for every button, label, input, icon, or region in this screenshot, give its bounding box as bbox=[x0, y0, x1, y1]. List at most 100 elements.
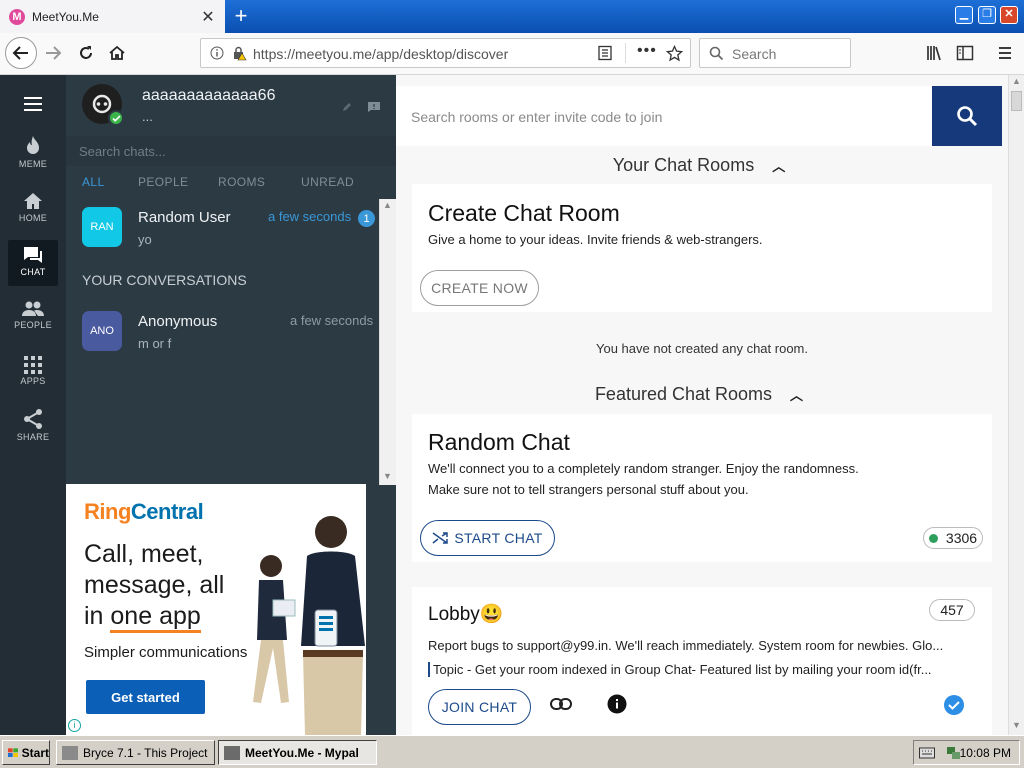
room-search-placeholder: Search rooms or enter invite code to joi… bbox=[411, 109, 663, 125]
rail-menu-icon[interactable] bbox=[23, 96, 43, 112]
home-button[interactable] bbox=[102, 38, 132, 68]
window-close-button[interactable]: ✕ bbox=[1000, 6, 1018, 24]
filter-tab-unread[interactable]: UNREAD bbox=[301, 175, 354, 189]
chat-search-input[interactable]: Search chats... bbox=[66, 136, 396, 166]
user-name: aaaaaaaaaaaaa66 bbox=[142, 87, 276, 104]
no-rooms-message: You have not created any chat room. bbox=[596, 341, 808, 356]
conversation-item-anonymous[interactable]: ANO Anonymous m or f a few seconds bbox=[66, 302, 380, 362]
lobby-title: Lobby😃 bbox=[428, 604, 504, 625]
page-actions-icon[interactable]: ••• bbox=[637, 42, 657, 60]
rail-label: APPS bbox=[20, 376, 46, 386]
chevron-up-icon[interactable]: ︿ bbox=[772, 156, 785, 175]
share-icon bbox=[24, 409, 42, 429]
create-room-title: Create Chat Room bbox=[428, 200, 620, 226]
your-chat-rooms-header[interactable]: Your Chat Rooms ︿ bbox=[396, 150, 1002, 180]
forward-button[interactable] bbox=[38, 38, 68, 68]
scroll-down-icon[interactable]: ▼ bbox=[1012, 720, 1021, 730]
discover-panel: Search rooms or enter invite code to joi… bbox=[396, 75, 1008, 735]
bookmark-star-icon[interactable] bbox=[666, 45, 683, 62]
ad-subline: Simpler communications bbox=[84, 644, 248, 661]
rail-item-home[interactable]: HOME bbox=[0, 191, 66, 241]
window-maximize-button[interactable]: ❐ bbox=[978, 6, 996, 24]
rail-item-chat[interactable]: CHAT bbox=[8, 240, 58, 286]
conversation-item-random-user[interactable]: RAN Random User yo a few seconds 1 bbox=[66, 198, 380, 258]
ad-people-illustration bbox=[253, 516, 365, 735]
filter-tab-people[interactable]: PEOPLE bbox=[138, 175, 188, 189]
browser-search-placeholder: Search bbox=[732, 46, 777, 62]
user-avatar[interactable] bbox=[82, 84, 124, 126]
advertisement-banner[interactable]: RingCentral Call, meet, message, all in … bbox=[66, 484, 366, 735]
lock-warning-icon[interactable] bbox=[231, 45, 247, 61]
library-icon[interactable] bbox=[925, 44, 943, 62]
taskbar-clock: 10:08 PM bbox=[959, 746, 1011, 760]
scroll-thumb[interactable] bbox=[1011, 91, 1022, 111]
filter-tab-all[interactable]: ALL bbox=[82, 175, 105, 189]
room-search-button[interactable] bbox=[932, 86, 1002, 146]
back-arrow-icon bbox=[12, 46, 28, 60]
rail-label: HOME bbox=[18, 213, 48, 223]
filter-tab-rooms[interactable]: ROOMS bbox=[218, 175, 265, 189]
chat-list-scrollbar[interactable]: ▲ ▼ bbox=[379, 199, 396, 485]
conversation-avatar: ANO bbox=[82, 311, 122, 351]
sidebar-toggle-icon[interactable] bbox=[956, 44, 974, 62]
scroll-up-icon[interactable]: ▲ bbox=[1012, 76, 1021, 86]
apps-grid-icon bbox=[24, 356, 42, 374]
reload-button[interactable] bbox=[71, 38, 101, 68]
start-chat-button[interactable]: START CHAT bbox=[420, 520, 555, 556]
online-check-icon bbox=[108, 110, 124, 126]
rail-label: MEME bbox=[18, 159, 48, 169]
browser-search-input[interactable]: Search bbox=[699, 38, 851, 68]
browser-tab[interactable]: M MeetYou.Me ✕ bbox=[0, 0, 225, 33]
tab-title: MeetYou.Me bbox=[32, 9, 99, 24]
taskbar-item-bryce[interactable]: Bryce 7.1 - This Project bbox=[56, 740, 215, 765]
chevron-up-icon[interactable]: ︿ bbox=[790, 385, 803, 404]
start-button[interactable]: Start bbox=[2, 740, 50, 765]
verified-check-icon bbox=[944, 695, 964, 715]
back-button[interactable] bbox=[5, 37, 37, 69]
rail-item-apps[interactable]: APPS bbox=[0, 356, 66, 406]
featured-rooms-header[interactable]: Featured Chat Rooms ︿ bbox=[396, 379, 1002, 409]
feedback-icon[interactable] bbox=[367, 101, 381, 113]
url-bar[interactable]: https://meetyou.me/app/desktop/discover … bbox=[200, 38, 691, 68]
taskbar-item-label: MeetYou.Me - Mypal bbox=[245, 745, 359, 760]
bryce-app-icon bbox=[62, 745, 78, 760]
new-tab-button[interactable]: + bbox=[229, 3, 253, 29]
hamburger-menu-icon[interactable] bbox=[996, 44, 1014, 62]
reader-view-icon[interactable] bbox=[597, 45, 613, 61]
system-tray: 10:08 PM bbox=[913, 740, 1020, 765]
ad-cta-button[interactable]: Get started bbox=[86, 680, 205, 714]
people-icon bbox=[22, 301, 44, 316]
os-taskbar: Start Bryce 7.1 - This Project MeetYou.M… bbox=[0, 735, 1024, 768]
conversation-name: Anonymous bbox=[138, 313, 218, 330]
rail-item-meme[interactable]: MEME bbox=[0, 135, 66, 185]
ad-info-icon[interactable]: i bbox=[68, 719, 81, 732]
shuffle-icon bbox=[432, 532, 449, 544]
taskbar-item-mypal[interactable]: MeetYou.Me - Mypal bbox=[218, 740, 377, 765]
conversation-name: Random User bbox=[138, 209, 231, 226]
page-scrollbar[interactable]: ▲ ▼ bbox=[1008, 75, 1024, 735]
create-now-button[interactable]: CREATE NOW bbox=[420, 270, 539, 306]
ad-brand-logo: RingCentral bbox=[84, 499, 204, 524]
rail-item-share[interactable]: SHARE bbox=[0, 408, 66, 458]
room-search-input[interactable]: Search rooms or enter invite code to joi… bbox=[396, 86, 932, 146]
tab-close-icon[interactable]: ✕ bbox=[197, 7, 219, 27]
rail-label: CHAT bbox=[20, 267, 46, 277]
join-chat-button[interactable]: JOIN CHAT bbox=[428, 689, 531, 725]
ad-headline: Call, meet, message, all in one app bbox=[84, 539, 254, 633]
rail-label: PEOPLE bbox=[14, 320, 52, 330]
lobby-description: Report bugs to support@y99.in. We'll rea… bbox=[428, 638, 944, 653]
window-minimize-button[interactable]: ▁ bbox=[955, 6, 973, 24]
scroll-up-icon[interactable]: ▲ bbox=[383, 200, 392, 210]
keyboard-icon[interactable] bbox=[919, 746, 935, 760]
info-icon[interactable] bbox=[210, 46, 224, 60]
fire-icon bbox=[27, 136, 39, 154]
rail-item-people[interactable]: PEOPLE bbox=[0, 300, 66, 350]
user-status: ... bbox=[142, 109, 153, 124]
chat-search-placeholder: Search chats... bbox=[79, 144, 166, 159]
lobby-topic: Topic - Get your room indexed in Group C… bbox=[428, 662, 932, 677]
scroll-down-icon[interactable]: ▼ bbox=[383, 471, 392, 481]
info-circle-icon[interactable] bbox=[607, 694, 627, 714]
edit-pencil-icon[interactable] bbox=[342, 102, 352, 112]
link-icon[interactable] bbox=[550, 697, 572, 711]
start-label: Start bbox=[21, 745, 49, 760]
